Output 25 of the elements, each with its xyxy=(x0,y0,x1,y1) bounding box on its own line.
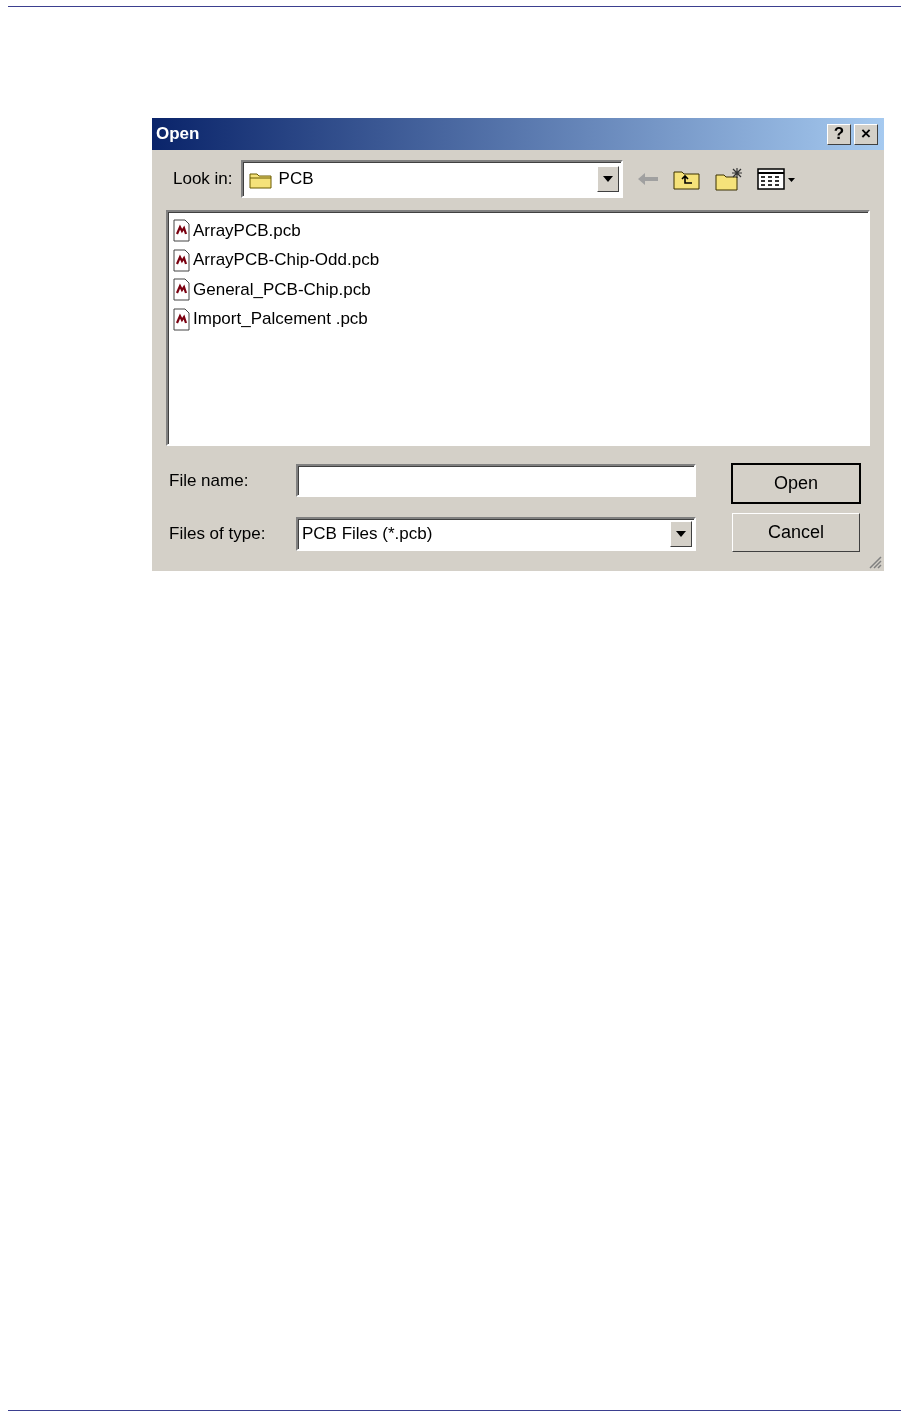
new-folder-icon[interactable] xyxy=(714,167,743,191)
file-icon xyxy=(173,248,190,272)
file-name[interactable]: ArrayPCB-Chip-Odd.pcb xyxy=(193,250,380,271)
file-type-dropdown[interactable]: PCB Files (*.pcb) xyxy=(296,517,696,551)
file-name[interactable]: General_PCB-Chip.pcb xyxy=(193,279,371,300)
file-type-label: Files of type: xyxy=(169,524,267,544)
resize-grip-icon[interactable] xyxy=(868,555,882,569)
file-icon xyxy=(173,219,190,243)
open-button[interactable]: Open xyxy=(732,464,860,503)
close-button[interactable]: × xyxy=(854,123,878,145)
view-menu-icon[interactable] xyxy=(756,168,797,190)
look-in-label: Look in: xyxy=(173,169,233,189)
file-name-label: File name: xyxy=(169,470,250,491)
dropdown-arrow-icon xyxy=(676,531,686,537)
file-name[interactable]: ArrayPCB.pcb xyxy=(193,220,301,241)
file-icon xyxy=(173,278,190,302)
dropdown-arrow-icon xyxy=(602,176,613,182)
file-name[interactable]: Import_Palcement .pcb xyxy=(193,309,368,330)
look-in-dropdown[interactable]: PCB xyxy=(240,160,623,198)
cancel-button[interactable]: Cancel xyxy=(732,513,860,552)
window-title: Open xyxy=(156,124,201,144)
file-name-field[interactable] xyxy=(296,464,696,497)
file-icon xyxy=(173,307,190,331)
up-folder-icon[interactable] xyxy=(672,168,701,190)
help-button[interactable]: ? xyxy=(827,123,851,145)
